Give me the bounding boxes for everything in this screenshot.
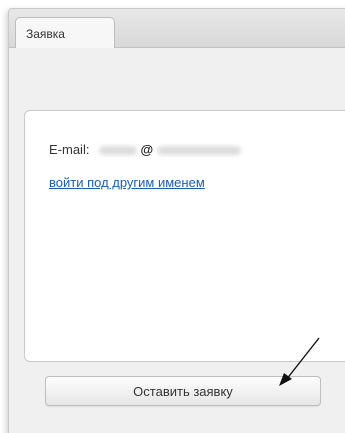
email-row: E-mail: @ xyxy=(49,142,242,157)
email-label: E-mail: xyxy=(49,142,90,157)
email-user-blurred xyxy=(99,146,138,156)
tab-bar: Заявка xyxy=(9,9,345,48)
email-domain-blurred xyxy=(157,146,242,156)
request-panel: E-mail: @ войти под другим именем xyxy=(24,110,345,362)
email-at-sign: @ xyxy=(140,142,154,157)
tab-request-label: Заявка xyxy=(26,27,65,41)
arrow-icon xyxy=(279,337,320,386)
screenshot-stage: Заявка E-mail: @ войти под другим именем … xyxy=(0,0,345,433)
tab-request[interactable]: Заявка xyxy=(15,17,115,48)
switch-user-link[interactable]: войти под другим именем xyxy=(49,175,205,190)
